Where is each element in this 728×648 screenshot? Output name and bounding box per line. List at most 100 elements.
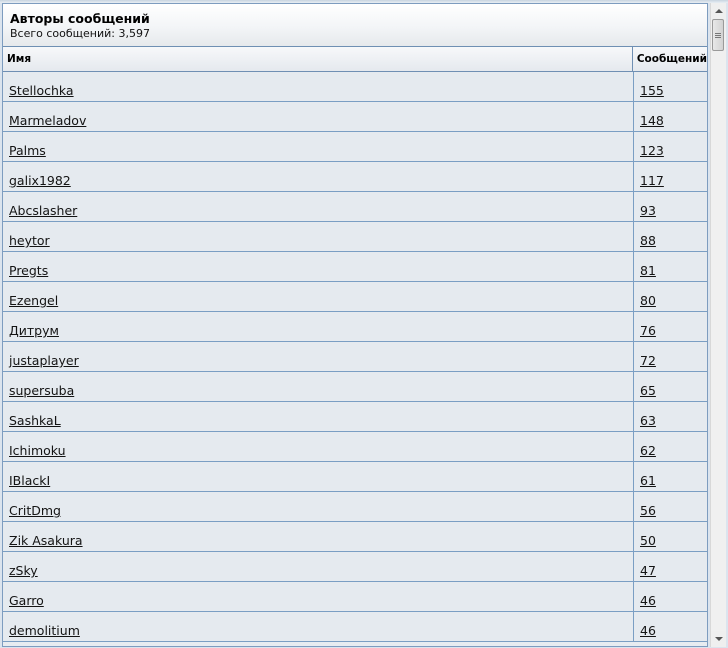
user-name-link[interactable]: heytor (9, 233, 50, 248)
window: Авторы сообщений Всего сообщений: 3,597 … (0, 0, 728, 648)
scroll-down-arrow-icon[interactable] (711, 631, 726, 647)
post-count-link[interactable]: 56 (640, 503, 656, 518)
table-row: heytor 88 (3, 222, 707, 252)
name-cell: demolitium (3, 612, 634, 641)
count-cell: 155 (634, 72, 707, 101)
name-cell: heytor (3, 222, 634, 251)
name-cell: galix1982 (3, 162, 634, 191)
name-cell: CritDmg (3, 492, 634, 521)
count-cell: 63 (634, 402, 707, 431)
name-cell: zSky (3, 552, 634, 581)
table-row: Ichimoku 62 (3, 432, 707, 462)
user-name-link[interactable]: Garro (9, 593, 44, 608)
user-name-link[interactable]: justaplayer (9, 353, 79, 368)
table-row: Palms 123 (3, 132, 707, 162)
name-cell: Stellochka (3, 72, 634, 101)
post-count-link[interactable]: 62 (640, 443, 656, 458)
count-cell: 148 (634, 102, 707, 131)
user-name-link[interactable]: Ichimoku (9, 443, 66, 458)
table-row: Дитрум 76 (3, 312, 707, 342)
posters-panel: Авторы сообщений Всего сообщений: 3,597 … (2, 3, 708, 647)
count-cell: 80 (634, 282, 707, 311)
user-name-link[interactable]: supersuba (9, 383, 74, 398)
user-name-link[interactable]: Marmeladov (9, 113, 86, 128)
count-cell: 88 (634, 222, 707, 251)
name-cell: Garro (3, 582, 634, 611)
table-row: SashkaL 63 (3, 402, 707, 432)
count-cell: 72 (634, 342, 707, 371)
name-cell: Ezengel (3, 282, 634, 311)
table-row: supersuba 65 (3, 372, 707, 402)
table-row: Ezengel 80 (3, 282, 707, 312)
count-cell: 46 (634, 612, 707, 641)
scrollbar-thumb[interactable] (712, 19, 724, 51)
post-count-link[interactable]: 47 (640, 563, 656, 578)
user-name-link[interactable]: IBlackI (9, 473, 50, 488)
user-name-link[interactable]: CritDmg (9, 503, 61, 518)
post-count-link[interactable]: 46 (640, 593, 656, 608)
post-count-link[interactable]: 88 (640, 233, 656, 248)
post-count-link[interactable]: 65 (640, 383, 656, 398)
post-count-link[interactable]: 46 (640, 623, 656, 638)
count-cell: 46 (634, 582, 707, 611)
name-cell: Ichimoku (3, 432, 634, 461)
count-cell: 62 (634, 432, 707, 461)
posters-table-body: Stellochka 155 Marmeladov 148 Palms 123 galix1… (3, 72, 707, 642)
name-cell: Marmeladov (3, 102, 634, 131)
table-row: zSky 47 (3, 552, 707, 582)
table-row: IBlackI 61 (3, 462, 707, 492)
post-count-link[interactable]: 148 (640, 113, 664, 128)
post-count-link[interactable]: 61 (640, 473, 656, 488)
name-cell: justaplayer (3, 342, 634, 371)
table-header: Имя Сообщений (3, 47, 707, 72)
name-cell: Palms (3, 132, 634, 161)
user-name-link[interactable]: Palms (9, 143, 46, 158)
post-count-link[interactable]: 81 (640, 263, 656, 278)
post-count-link[interactable]: 50 (640, 533, 656, 548)
count-cell: 65 (634, 372, 707, 401)
post-count-link[interactable]: 72 (640, 353, 656, 368)
post-count-link[interactable]: 123 (640, 143, 664, 158)
user-name-link[interactable]: Abcslasher (9, 203, 77, 218)
count-cell: 47 (634, 552, 707, 581)
user-name-link[interactable]: Дитрум (9, 323, 59, 338)
count-cell: 81 (634, 252, 707, 281)
column-count-header: Сообщений (636, 53, 707, 65)
user-name-link[interactable]: Zik Asakura (9, 533, 83, 548)
post-count-link[interactable]: 80 (640, 293, 656, 308)
post-count-link[interactable]: 117 (640, 173, 664, 188)
count-cell: 61 (634, 462, 707, 491)
name-cell: Дитрум (3, 312, 634, 341)
post-count-link[interactable]: 76 (640, 323, 656, 338)
table-row: Pregts 81 (3, 252, 707, 282)
user-name-link[interactable]: demolitium (9, 623, 80, 638)
name-cell: IBlackI (3, 462, 634, 491)
table-row: galix1982 117 (3, 162, 707, 192)
total-posts: Всего сообщений: 3,597 (10, 27, 150, 40)
table-row: Zik Asakura 50 (3, 522, 707, 552)
panel-title: Авторы сообщений (10, 11, 150, 26)
user-name-link[interactable]: Stellochka (9, 83, 74, 98)
table-row: Marmeladov 148 (3, 102, 707, 132)
user-name-link[interactable]: SashkaL (9, 413, 61, 428)
post-count-link[interactable]: 63 (640, 413, 656, 428)
table-row: CritDmg 56 (3, 492, 707, 522)
column-name-header: Имя (3, 47, 633, 71)
name-cell: supersuba (3, 372, 634, 401)
scroll-up-arrow-icon[interactable] (711, 3, 726, 19)
table-row: Stellochka 155 (3, 72, 707, 102)
count-cell: 117 (634, 162, 707, 191)
count-cell: 93 (634, 192, 707, 221)
count-cell: 50 (634, 522, 707, 551)
user-name-link[interactable]: Ezengel (9, 293, 58, 308)
post-count-link[interactable]: 155 (640, 83, 664, 98)
post-count-link[interactable]: 93 (640, 203, 656, 218)
vertical-scrollbar[interactable] (710, 3, 726, 647)
table-row: justaplayer 72 (3, 342, 707, 372)
user-name-link[interactable]: galix1982 (9, 173, 71, 188)
table-row: Abcslasher 93 (3, 192, 707, 222)
user-name-link[interactable]: zSky (9, 563, 38, 578)
name-cell: Pregts (3, 252, 634, 281)
name-cell: Abcslasher (3, 192, 634, 221)
user-name-link[interactable]: Pregts (9, 263, 48, 278)
